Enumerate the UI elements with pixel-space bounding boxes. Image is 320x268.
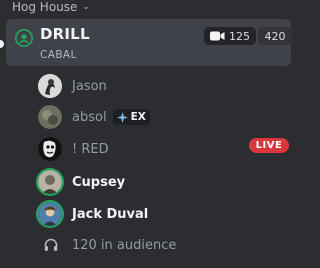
category-header[interactable]: Hog House ⌄ (12, 0, 90, 14)
channel-name: DRILL (40, 25, 90, 43)
avatar-red (38, 137, 62, 161)
member-name: absol (72, 109, 107, 125)
audience-row[interactable]: 120 in audience (44, 236, 176, 254)
video-camera-icon (210, 31, 225, 41)
category-label: Hog House (12, 0, 78, 14)
avatar-jason (38, 74, 62, 98)
video-count-pill: 125 (204, 27, 256, 45)
member-absol[interactable]: absol EX (38, 105, 288, 129)
stage-icon (15, 29, 33, 47)
chevron-down-icon: ⌄ (82, 2, 90, 12)
audience-label: 120 in audience (72, 237, 177, 253)
listener-count-pill: 420 (258, 27, 292, 45)
member-cupsey[interactable]: Cupsey (38, 170, 288, 194)
stage-channel-drill[interactable]: DRILL CABAL 125 420 (6, 19, 292, 66)
avatar-jack-duval (38, 202, 62, 226)
listener-count: 420 (264, 29, 286, 43)
avatar-cupsey (38, 170, 62, 194)
member-jason[interactable]: Jason (38, 74, 288, 98)
member-name: ! RED (72, 141, 109, 157)
member-name: Cupsey (72, 174, 126, 190)
member-red[interactable]: ! RED LIVE (38, 137, 289, 161)
headphones-icon (44, 238, 58, 251)
sparkle-icon (116, 111, 128, 123)
clan-tag-label: EX (130, 111, 146, 123)
member-name: Jason (72, 78, 107, 94)
member-jack-duval[interactable]: Jack Duval (38, 202, 288, 226)
live-badge: LIVE (249, 138, 289, 153)
unread-indicator (0, 40, 4, 48)
avatar-absol (38, 105, 62, 129)
clan-tag-badge[interactable]: EX (112, 109, 150, 125)
channel-topic: CABAL (40, 49, 77, 61)
channel-sidebar: Hog House ⌄ DRILL CABAL 125 420 Jason ab… (0, 0, 292, 268)
member-name: Jack Duval (72, 206, 149, 222)
video-count: 125 (229, 29, 250, 43)
